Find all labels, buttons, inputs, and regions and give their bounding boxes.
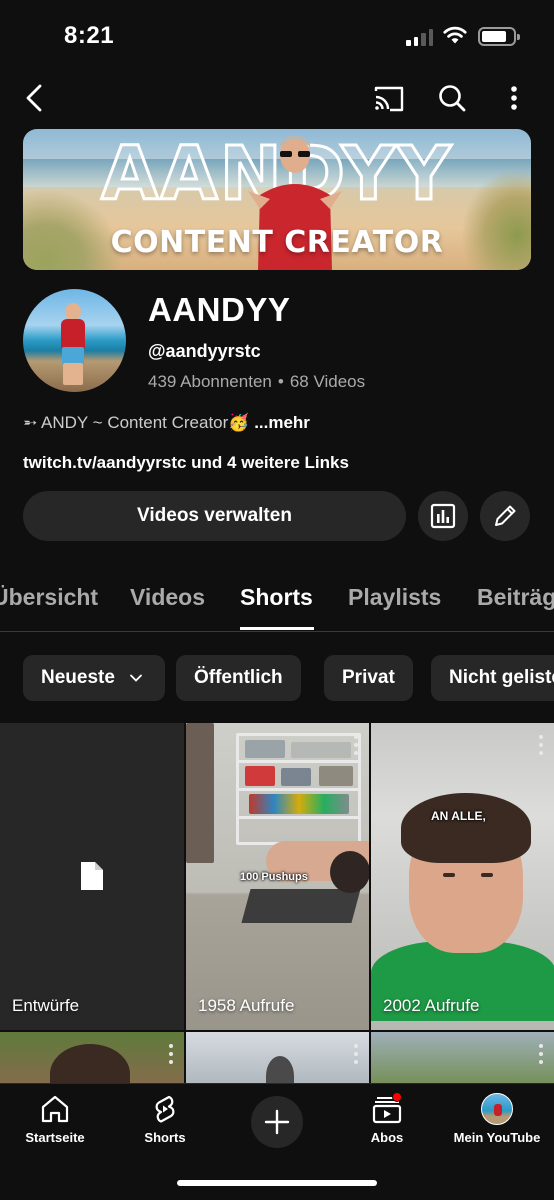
tab-posts[interactable]: Beiträge bbox=[477, 584, 554, 611]
wifi-icon bbox=[443, 26, 467, 44]
short-tile[interactable] bbox=[186, 1032, 369, 1083]
banner-subtitle: CONTENT CREATOR bbox=[110, 225, 444, 260]
nav-subscriptions[interactable]: Abos bbox=[332, 1092, 442, 1145]
nav-subscriptions-label: Abos bbox=[370, 1130, 404, 1145]
top-app-bar bbox=[0, 74, 554, 122]
filter-chips: Neueste Öffentlich Privat Nicht gelistet bbox=[0, 655, 554, 701]
channel-tabs: Übersicht Videos Shorts Playlists Beiträ… bbox=[0, 566, 554, 632]
back-arrow-icon[interactable] bbox=[20, 82, 50, 114]
short-overlay-text: 100 Pushups bbox=[240, 871, 308, 883]
nav-my-youtube-label: Mein YouTube bbox=[453, 1130, 541, 1145]
shelf-image bbox=[236, 733, 361, 845]
channel-handle: @aandyyrstc bbox=[148, 341, 261, 361]
chip-sort-label: Neueste bbox=[41, 667, 115, 688]
cast-icon[interactable] bbox=[372, 83, 406, 113]
video-count: 68 Videos bbox=[289, 372, 366, 391]
document-icon bbox=[81, 862, 103, 890]
chip-unlisted[interactable]: Nicht gelistet bbox=[431, 655, 554, 701]
avatar bbox=[481, 1093, 513, 1125]
short-tile[interactable] bbox=[0, 1032, 184, 1083]
subscriber-count: 439 Abonnenten bbox=[148, 372, 272, 391]
tab-overview[interactable]: Übersicht bbox=[0, 584, 98, 611]
edit-channel-button[interactable] bbox=[480, 491, 530, 541]
nav-home-label: Startseite bbox=[25, 1130, 85, 1145]
plus-icon bbox=[264, 1109, 290, 1135]
more-options-icon[interactable] bbox=[353, 735, 359, 755]
analytics-button[interactable] bbox=[418, 491, 468, 541]
channel-stats: 439 Abonnenten • 68 Videos bbox=[148, 372, 365, 392]
short-tile[interactable]: 100 Pushups 1958 Aufrufe bbox=[186, 723, 369, 1030]
active-tab-indicator bbox=[240, 627, 314, 630]
tab-playlists[interactable]: Playlists bbox=[348, 584, 441, 611]
create-button[interactable] bbox=[251, 1096, 303, 1148]
chip-public[interactable]: Öffentlich bbox=[176, 655, 301, 701]
view-count: 2002 Aufrufe bbox=[383, 996, 480, 1015]
status-time: 8:21 bbox=[64, 22, 115, 49]
more-options-icon[interactable] bbox=[353, 1044, 359, 1064]
nav-my-youtube[interactable]: Mein YouTube bbox=[442, 1092, 552, 1145]
view-count: 1958 Aufrufe bbox=[198, 996, 295, 1015]
analytics-icon bbox=[430, 503, 456, 529]
nav-shorts-label: Shorts bbox=[144, 1130, 186, 1145]
short-tile[interactable] bbox=[371, 1032, 554, 1083]
tab-videos[interactable]: Videos bbox=[130, 584, 205, 611]
channel-avatar[interactable] bbox=[23, 289, 126, 392]
description-text: ➵ ANDY ~ Content Creator🥳 bbox=[23, 413, 250, 432]
more-options-icon[interactable] bbox=[500, 82, 528, 114]
channel-banner: AANDYY CONTENT CREATOR bbox=[23, 129, 531, 270]
status-bar: 8:21 bbox=[0, 0, 554, 72]
description-more-link[interactable]: ...mehr bbox=[254, 413, 310, 432]
channel-description[interactable]: ➵ ANDY ~ Content Creator🥳 ...mehr bbox=[23, 413, 310, 433]
more-options-icon[interactable] bbox=[168, 1044, 174, 1064]
drafts-label: Entwürfe bbox=[12, 996, 80, 1015]
more-options-icon[interactable] bbox=[538, 735, 544, 755]
channel-links[interactable]: twitch.tv/aandyyrstc und 4 weitere Links bbox=[23, 453, 349, 473]
short-overlay-text: AN ALLE, bbox=[431, 809, 486, 823]
nav-home[interactable]: Startseite bbox=[0, 1092, 110, 1145]
chip-sort-newest[interactable]: Neueste bbox=[23, 655, 165, 701]
shorts-grid: Entwürfe 100 Pushups 1958 Aufrufe AN ALL… bbox=[0, 723, 554, 1083]
short-tile[interactable]: AN ALLE, 2002 Aufrufe bbox=[371, 723, 554, 1030]
home-indicator bbox=[177, 1180, 377, 1186]
channel-name: AANDYY bbox=[148, 291, 291, 328]
nav-shorts[interactable]: Shorts bbox=[110, 1092, 220, 1145]
drafts-tile[interactable]: Entwürfe bbox=[0, 723, 184, 1030]
search-icon[interactable] bbox=[436, 82, 468, 114]
chevron-down-icon bbox=[130, 674, 142, 682]
more-options-icon[interactable] bbox=[538, 1044, 544, 1064]
shorts-icon bbox=[155, 1095, 175, 1123]
chip-private[interactable]: Privat bbox=[324, 655, 413, 701]
stats-separator: • bbox=[277, 372, 284, 391]
tab-shorts[interactable]: Shorts bbox=[240, 584, 313, 611]
notification-dot bbox=[392, 1092, 402, 1102]
pencil-icon bbox=[495, 505, 516, 526]
manage-videos-button[interactable]: Videos verwalten bbox=[23, 491, 406, 541]
cellular-signal-icon bbox=[406, 28, 434, 46]
battery-icon bbox=[478, 27, 520, 46]
home-icon bbox=[41, 1095, 69, 1123]
